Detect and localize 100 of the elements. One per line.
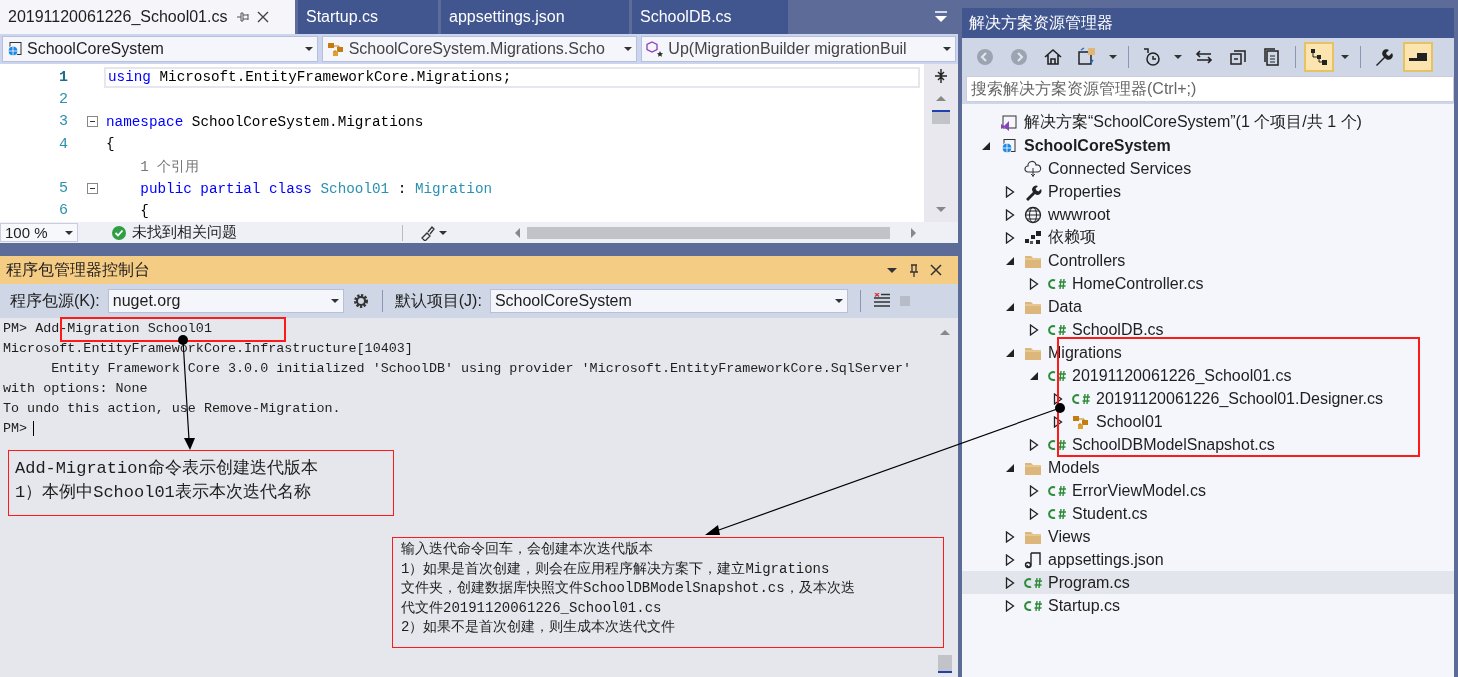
check-icon xyxy=(112,225,126,240)
vertical-scrollbar[interactable] xyxy=(924,64,958,222)
collapse-icon[interactable] xyxy=(87,116,98,128)
package-source-dropdown[interactable]: nuget.org xyxy=(107,289,344,313)
globe-icon xyxy=(7,41,23,57)
line-number: 3 xyxy=(59,113,68,131)
collapsed-arrow-icon[interactable] xyxy=(1005,231,1015,244)
collapsed-arrow-icon[interactable] xyxy=(1053,392,1063,405)
zoom-dropdown[interactable]: 100 % xyxy=(0,223,78,242)
collapsed-arrow-icon[interactable] xyxy=(1005,530,1015,543)
collapsed-arrow-icon[interactable] xyxy=(1005,599,1015,612)
csharp-file-icon xyxy=(1047,368,1067,383)
tree-item[interactable]: 20191120061226_School01.Designer.cs xyxy=(962,387,1454,410)
expanded-arrow-icon[interactable] xyxy=(1005,462,1015,473)
tree-item[interactable]: 20191120061226_School01.cs xyxy=(962,364,1454,387)
tree-item[interactable]: 依赖项 xyxy=(962,226,1454,249)
preview-button[interactable] xyxy=(1403,42,1433,72)
scrollbar-thumb[interactable] xyxy=(932,110,950,124)
collapsed-arrow-icon[interactable] xyxy=(1029,484,1039,497)
collapsed-arrow-icon[interactable] xyxy=(1029,438,1039,451)
csharp-file-icon xyxy=(1047,506,1067,521)
clear-console-icon[interactable] xyxy=(872,293,891,309)
overflow-dropdown-icon[interactable] xyxy=(934,11,948,23)
tree-item[interactable]: Views xyxy=(962,525,1454,548)
preview-icon xyxy=(1409,53,1427,61)
scrollbar-thumb[interactable] xyxy=(938,655,952,673)
callout-text: 2）如果不是首次创建，则生成本次迭代文件 xyxy=(401,618,676,637)
collapse-all-icon xyxy=(1228,47,1248,67)
callout-text: 文件夹，创建数据库快照文件SchoolDBModelSnapshot.cs，及本次迭 xyxy=(401,579,855,598)
collapsed-arrow-icon[interactable] xyxy=(1005,576,1015,589)
editor-tab[interactable]: appsettings.json xyxy=(441,0,629,34)
caret-icon xyxy=(1341,55,1349,59)
tree-item[interactable]: Startup.cs xyxy=(962,594,1454,617)
expanded-arrow-icon[interactable] xyxy=(1005,301,1015,312)
tree-item[interactable]: SchoolCoreSystem xyxy=(962,134,1454,157)
scroll-down-icon[interactable] xyxy=(935,206,947,214)
expanded-arrow-icon[interactable] xyxy=(981,140,991,151)
brush-icon xyxy=(419,224,435,241)
tree-item[interactable]: School01 xyxy=(962,410,1454,433)
line-number: 1 xyxy=(59,68,68,86)
globe-icon xyxy=(1001,137,1017,154)
caret-icon xyxy=(65,230,73,235)
tree-item[interactable]: Properties xyxy=(962,180,1454,203)
editor-tab[interactable]: 20191120061226_School01.cs xyxy=(0,0,295,34)
scroll-up-icon[interactable] xyxy=(935,94,947,102)
home-icon xyxy=(1043,47,1063,67)
issues-status: 未找到相关问题 xyxy=(132,223,237,242)
close-icon[interactable] xyxy=(257,11,270,23)
tree-item[interactable]: SchoolDBModelSnapshot.cs xyxy=(962,433,1454,456)
collapsed-arrow-icon[interactable] xyxy=(1005,185,1015,198)
line-number: 6 xyxy=(59,202,68,220)
globe-icon xyxy=(1024,205,1042,224)
settings-icon[interactable] xyxy=(351,292,370,310)
editor-tab[interactable]: SchoolDB.cs xyxy=(632,0,788,34)
reference-count[interactable]: 1 个引用 xyxy=(104,155,924,177)
class-icon xyxy=(1072,413,1090,430)
tree-view-button[interactable] xyxy=(1304,42,1334,72)
search-field[interactable]: 搜索解决方案资源管理器(Ctrl+;) xyxy=(966,76,1454,102)
navigation-dropdown[interactable]: Up(MigrationBuilder migrationBuil xyxy=(641,36,956,62)
tree-item[interactable]: Connected Services xyxy=(962,157,1454,180)
tree-item[interactable]: Models xyxy=(962,456,1454,479)
scroll-left-icon xyxy=(513,226,521,239)
history-icon xyxy=(1142,47,1162,67)
caret-icon xyxy=(943,47,951,51)
close-icon[interactable] xyxy=(930,264,942,276)
collapsed-arrow-icon[interactable] xyxy=(1029,277,1039,290)
tree-item[interactable]: Controllers xyxy=(962,249,1454,272)
tree-item[interactable]: Student.cs xyxy=(962,502,1454,525)
collapsed-arrow-icon[interactable] xyxy=(1005,208,1015,221)
tree-item[interactable]: 解决方案“SchoolCoreSystem”(1 个项目/共 1 个) xyxy=(962,111,1454,134)
collapse-icon[interactable] xyxy=(87,183,98,195)
pin-icon[interactable] xyxy=(235,10,250,24)
caret-icon xyxy=(439,230,447,235)
split-icon[interactable] xyxy=(933,68,949,84)
back-icon xyxy=(975,47,995,67)
tree-item[interactable]: SchoolDB.cs xyxy=(962,318,1454,341)
navigation-dropdown[interactable]: SchoolCoreSystem.Migrations.Scho xyxy=(321,36,638,62)
collapsed-arrow-icon[interactable] xyxy=(1053,415,1063,428)
tree-item[interactable]: Data xyxy=(962,295,1454,318)
collapsed-arrow-icon[interactable] xyxy=(1005,553,1015,566)
navigation-dropdown[interactable]: SchoolCoreSystem xyxy=(2,36,318,62)
default-project-dropdown[interactable]: SchoolCoreSystem xyxy=(489,289,848,313)
tree-item[interactable]: HomeController.cs xyxy=(962,272,1454,295)
tree-item[interactable]: Program.cs xyxy=(962,571,1454,594)
tree-item[interactable]: wwwroot xyxy=(962,203,1454,226)
caret-icon xyxy=(1174,55,1182,59)
expanded-arrow-icon[interactable] xyxy=(1005,347,1015,358)
tree-item[interactable]: ErrorViewModel.cs xyxy=(962,479,1454,502)
csharp-file-icon xyxy=(1047,483,1067,498)
tree-item[interactable]: appsettings.json xyxy=(962,548,1454,571)
console-line: PM> xyxy=(3,420,28,436)
expanded-arrow-icon[interactable] xyxy=(1029,370,1039,381)
expanded-arrow-icon[interactable] xyxy=(1005,255,1015,266)
editor-tab[interactable]: Startup.cs xyxy=(298,0,438,34)
callout-text: Add-Migration命令表示创建迭代版本 xyxy=(15,458,318,480)
caret-icon xyxy=(834,299,843,303)
collapsed-arrow-icon[interactable] xyxy=(1029,507,1039,520)
pin-icon[interactable] xyxy=(908,263,920,277)
collapsed-arrow-icon[interactable] xyxy=(1029,323,1039,336)
caret-icon xyxy=(624,47,633,51)
